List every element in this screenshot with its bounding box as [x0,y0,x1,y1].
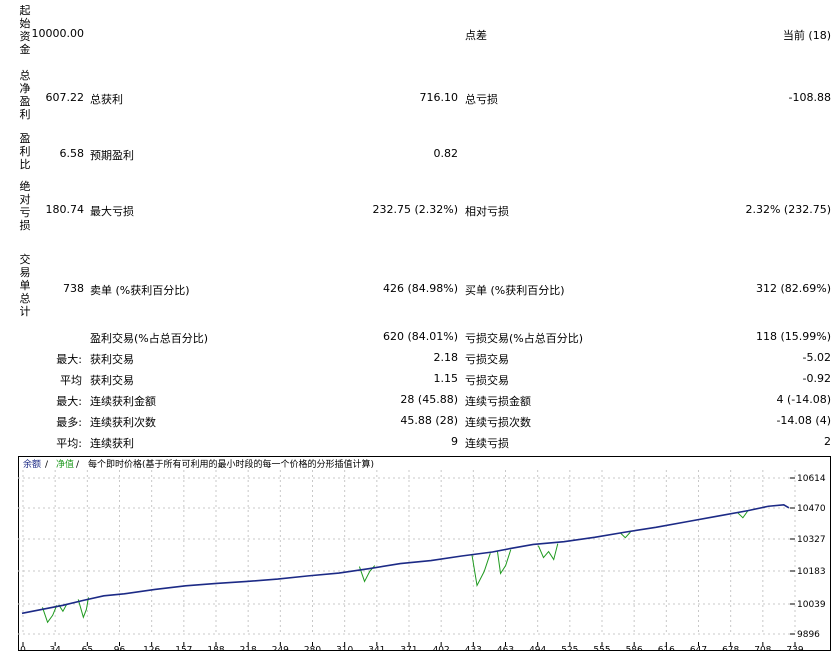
max-drawdown-value: 232.75 (2.32%) [372,203,458,216]
chart-border [18,456,831,651]
initial-deposit-value: 10000.00 [31,27,85,40]
row-left-label: 获利交易 [90,374,134,387]
spread-label: 点差 [465,29,487,42]
row-prefix: 最多: [56,416,82,429]
row-left-label: 连续获利次数 [90,416,156,429]
x-tick-label: 96 [114,646,126,651]
row-right-value: -5.02 [802,351,831,364]
x-tick-label: 157 [175,646,192,651]
x-tick-label: 739 [786,646,803,651]
net-profit-value: 607.22 [45,91,85,104]
row-left-value: 9 [451,435,458,448]
x-tick-label: 34 [49,646,61,651]
row-left-label: 连续获利 [90,437,134,450]
x-tick-label: 0 [20,646,26,651]
x-tick-label: 678 [722,646,739,651]
row-left-label: 获利交易 [90,353,134,366]
x-tick-label: 463 [497,646,514,651]
long-trades-value: 312 (82.69%) [755,282,831,295]
expected-payoff-value: 0.82 [433,147,459,160]
x-tick-label: 402 [433,646,450,651]
legend-description: 每个即时价格(基于所有可利用的最小时段的每一个价格的分形插值计算) [88,458,374,470]
row-right-label: 亏损交易 [465,353,509,366]
x-tick-label: 555 [593,646,610,651]
total-trades-value: 738 [63,282,84,295]
x-tick-label: 525 [561,646,578,651]
x-tick-label: 494 [529,646,546,651]
loss-trades-value: 118 (15.99%) [755,330,831,343]
balance-chart: 余额 / 净值 / 每个即时价格(基于所有可利用的最小时段的每一个价格的分形插值… [18,456,831,654]
row-right-value: 4 (-14.08) [776,393,831,406]
abs-drawdown-value: 180.74 [45,203,85,216]
row-right-label: 亏损交易 [465,374,509,387]
y-tick-label: 10327 [797,535,826,545]
row-right-label: 连续亏损 [465,437,509,450]
row-prefix: 平均: [56,437,82,450]
long-trades-label: 买单 (%获利百分比) [465,284,565,297]
spread-value: 当前 (18) [782,29,831,42]
x-tick-label: 371 [400,646,417,651]
x-tick-label: 249 [272,646,289,651]
row-left-label: 连续获利金额 [90,395,156,408]
y-tick-label: 10614 [797,474,826,484]
gross-loss-value: -108.88 [788,91,831,104]
y-tick-label: 10183 [797,567,826,577]
rel-drawdown-value: 2.32% (232.75) [745,203,831,216]
y-tick-label: 10470 [797,504,826,514]
row-prefix: 最大: [56,395,82,408]
x-tick-label: 310 [336,646,353,651]
profit-trades-label: 盈利交易(%占总百分比) [90,332,209,345]
legend-equity: 净值 [56,458,74,470]
x-tick-label: 433 [465,646,482,651]
short-trades-value: 426 (84.98%) [382,282,458,295]
row-right-label: 连续亏损金额 [465,395,531,408]
loss-trades-label: 亏损交易(%占总百分比) [465,332,584,345]
row-right-value: 2 [824,435,831,448]
profit-factor-value: 6.58 [59,147,85,160]
gross-profit-value: 716.10 [419,91,459,104]
row-right-value: -0.92 [802,372,831,385]
x-tick-label: 586 [626,646,643,651]
x-tick-label: 647 [690,646,707,651]
row-left-value: 1.15 [433,372,459,385]
row-prefix: 平均 [60,374,82,387]
x-tick-label: 126 [143,646,160,651]
x-tick-label: 218 [240,646,257,651]
row-right-value: -14.08 (4) [776,414,831,427]
short-trades-label: 卖单 (%获利百分比) [90,284,190,297]
x-tick-label: 616 [658,646,675,651]
row-left-value: 28 (45.88) [400,393,458,406]
rel-drawdown-label: 相对亏损 [465,205,509,218]
row-right-label: 连续亏损次数 [465,416,531,429]
max-drawdown-label: 最大亏损 [90,205,134,218]
gross-loss-label: 总亏损 [465,93,498,106]
profit-trades-value: 620 (84.01%) [382,330,458,343]
expected-payoff-label: 预期盈利 [90,149,134,162]
row-left-value: 45.88 (28) [400,414,458,427]
x-tick-label: 188 [207,646,224,651]
x-tick-label: 341 [368,646,385,651]
legend-balance: 余额 [23,458,41,470]
chart-svg: 余额 / 净值 / 每个即时价格(基于所有可利用的最小时段的每一个价格的分形插值… [18,456,831,654]
y-tick-label: 9896 [797,630,820,640]
x-tick-label: 708 [754,646,771,651]
row-left-value: 2.18 [433,351,459,364]
x-tick-label: 65 [82,646,93,651]
x-tick-label: 280 [304,646,321,651]
gross-profit-label: 总获利 [90,93,123,106]
y-tick-label: 10039 [797,600,826,610]
row-prefix: 最大: [56,353,82,366]
